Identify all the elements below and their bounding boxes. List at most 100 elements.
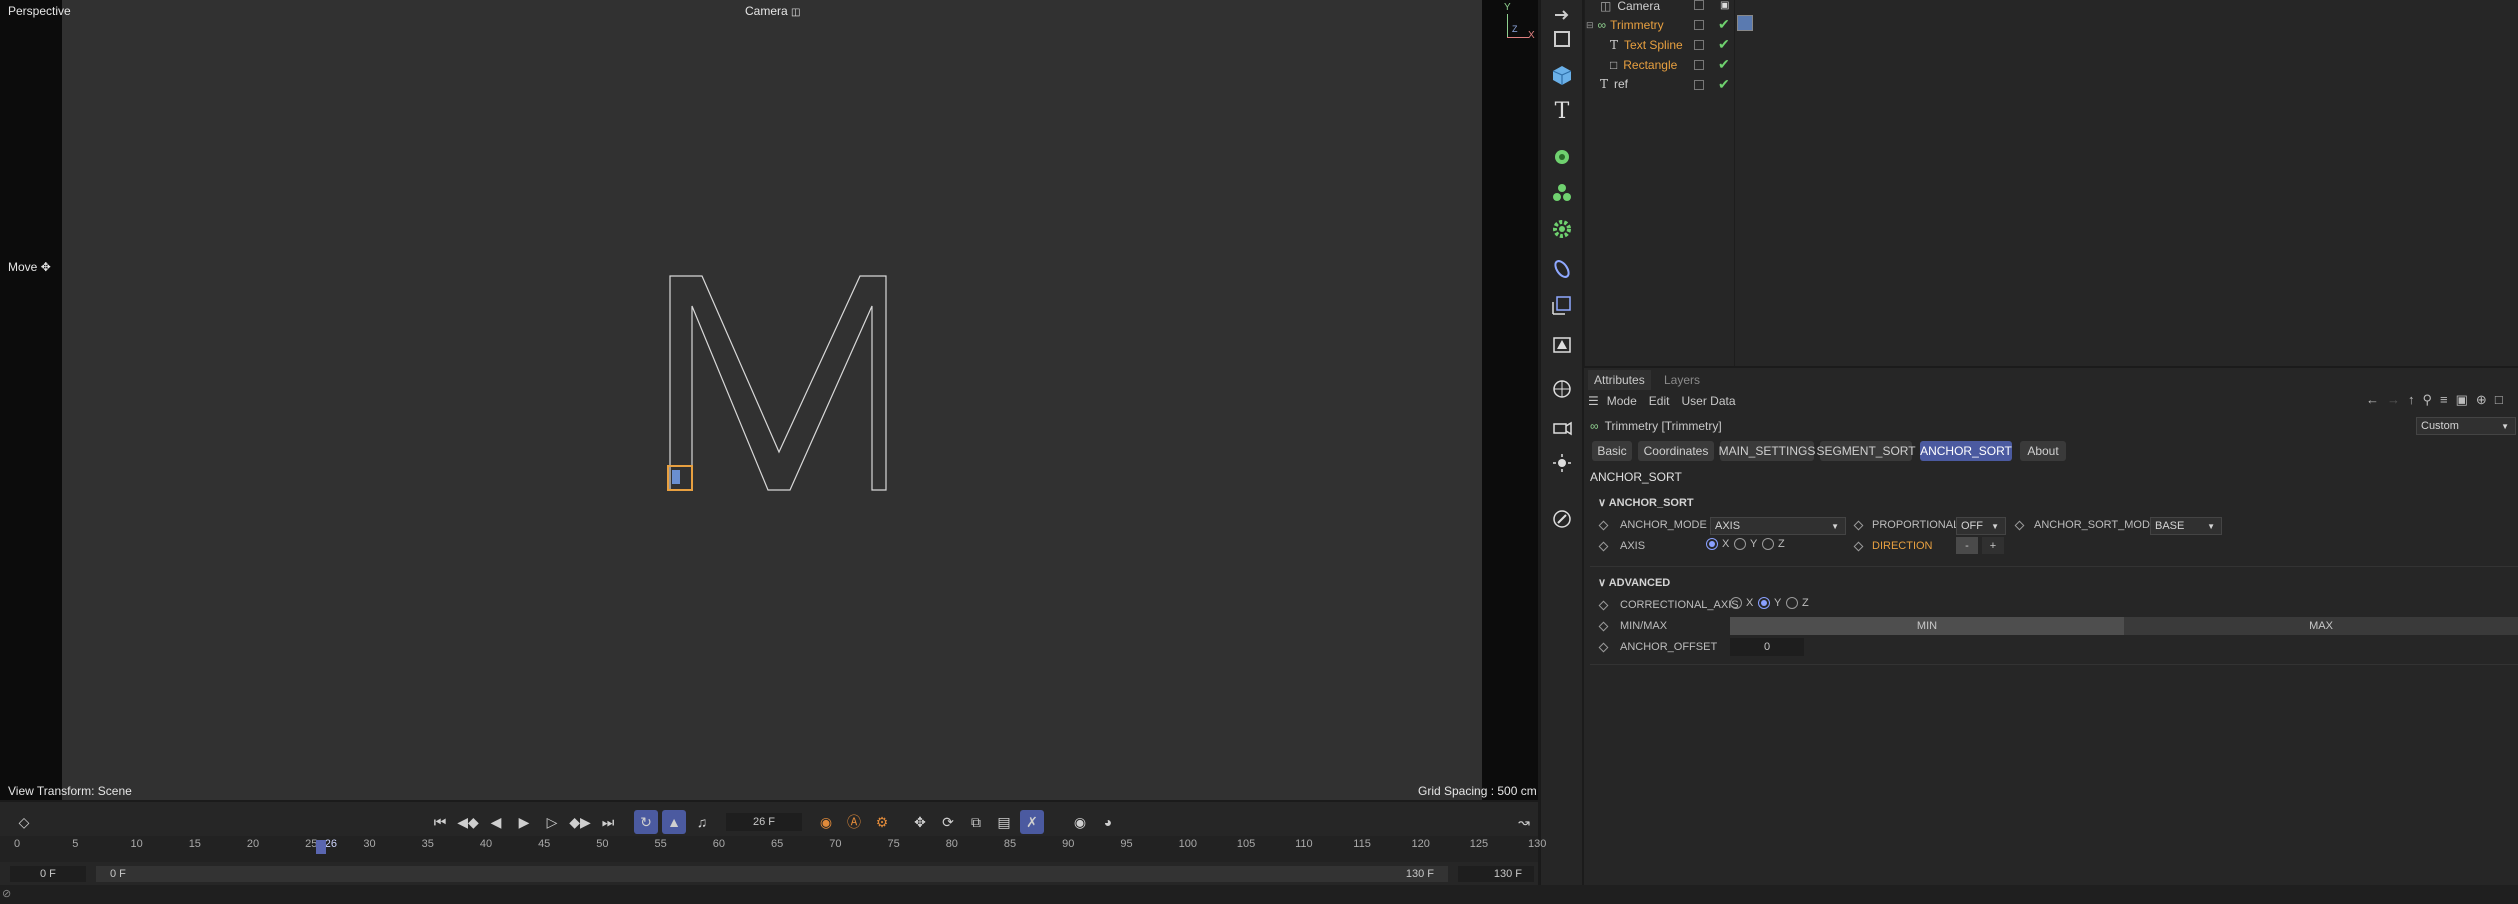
key-position-icon[interactable]: ✥ bbox=[908, 810, 932, 834]
viewport[interactable] bbox=[62, 0, 1482, 800]
current-frame-field[interactable]: 26 F bbox=[726, 813, 802, 831]
prev-key-icon[interactable]: ◀◆ bbox=[456, 810, 480, 834]
layer-toggle[interactable] bbox=[1694, 40, 1704, 50]
cube-icon[interactable] bbox=[1547, 60, 1577, 90]
layer-toggle[interactable] bbox=[1694, 0, 1704, 10]
motion-record-icon[interactable]: ◕ bbox=[1096, 810, 1120, 834]
om-row-ref[interactable]: T ref bbox=[1600, 74, 1628, 94]
new-window-icon[interactable]: □ bbox=[2495, 392, 2511, 407]
next-frame-icon[interactable]: ▷ bbox=[540, 810, 564, 834]
menu-edit[interactable]: Edit bbox=[1649, 394, 1670, 408]
target-icon[interactable]: ▣ bbox=[1720, 0, 1729, 11]
cloner-icon[interactable] bbox=[1547, 178, 1577, 208]
anchor-offset-field[interactable]: 0 bbox=[1730, 638, 1804, 656]
preset-dropdown[interactable]: Custom ▼ bbox=[2416, 417, 2516, 435]
menu-user-data[interactable]: User Data bbox=[1681, 394, 1735, 408]
end-frame-field[interactable]: 130 F bbox=[1458, 866, 1534, 882]
camera-tool-icon[interactable] bbox=[1547, 412, 1577, 442]
up-arrow-icon[interactable]: ↑ bbox=[2408, 392, 2423, 407]
playhead[interactable] bbox=[316, 840, 326, 854]
prev-frame-icon[interactable]: ◀ bbox=[484, 810, 508, 834]
tab-attributes[interactable]: Attributes bbox=[1588, 370, 1651, 390]
text-tool-icon[interactable]: T bbox=[1547, 96, 1577, 126]
tab-segment-sort[interactable]: SEGMENT_SORT bbox=[1816, 441, 1916, 461]
corr-axis-radio-y[interactable] bbox=[1758, 597, 1770, 609]
max-button[interactable]: MAX bbox=[2124, 617, 2518, 635]
tab-main-settings[interactable]: MAIN_SETTINGS bbox=[1719, 441, 1815, 461]
check-icon[interactable]: ✔ bbox=[1718, 76, 1730, 93]
add-icon[interactable]: ⊕ bbox=[2476, 392, 2495, 407]
fcurve-icon[interactable]: ↝ bbox=[1512, 810, 1536, 834]
go-to-start-icon[interactable]: ⏮ bbox=[428, 810, 452, 834]
group-advanced[interactable]: ∨ ADVANCED bbox=[1598, 576, 1670, 589]
sound-icon[interactable]: ♫ bbox=[690, 810, 714, 834]
layer-toggle[interactable] bbox=[1694, 80, 1704, 90]
anchor-mode-dropdown[interactable]: AXIS ▼ bbox=[1710, 517, 1846, 535]
key-scale-icon[interactable]: ⧉ bbox=[964, 810, 988, 834]
expand-icon[interactable]: ⊟ bbox=[1586, 20, 1594, 31]
tab-about[interactable]: About bbox=[2020, 441, 2066, 461]
go-to-end-icon[interactable]: ⏭ bbox=[596, 810, 620, 834]
square-select-icon[interactable] bbox=[1547, 24, 1577, 54]
lock-icon[interactable]: ▣ bbox=[2456, 392, 2476, 407]
tab-basic[interactable]: Basic bbox=[1592, 441, 1632, 461]
key-param-icon[interactable]: ▤ bbox=[992, 810, 1016, 834]
menu-mode[interactable]: Mode bbox=[1607, 394, 1637, 408]
om-row-text-spline[interactable]: T Text Spline bbox=[1610, 35, 1683, 55]
tag-thumbnail-icon[interactable] bbox=[1737, 15, 1753, 31]
filter-icon[interactable]: ≡ bbox=[2440, 392, 2456, 407]
motion-system-icon[interactable]: ◉ bbox=[1068, 810, 1092, 834]
next-key-icon[interactable]: ◆▶ bbox=[568, 810, 592, 834]
om-row-rectangle[interactable]: □ Rectangle bbox=[1610, 55, 1677, 75]
check-icon[interactable]: ✔ bbox=[1718, 56, 1730, 73]
group-anchor-sort[interactable]: ∨ ANCHOR_SORT bbox=[1598, 496, 1694, 509]
play-icon[interactable]: ▶ bbox=[512, 810, 536, 834]
fps-icon[interactable]: ▲ bbox=[662, 810, 686, 834]
forward-arrow-icon[interactable]: → bbox=[2387, 392, 2408, 407]
layer-toggle[interactable] bbox=[1694, 60, 1704, 70]
key-settings-icon[interactable]: ⚙ bbox=[870, 810, 894, 834]
render-icon[interactable] bbox=[1547, 504, 1577, 534]
axis-gizmo-x: X bbox=[1528, 30, 1535, 41]
key-rotation-icon[interactable]: ⟳ bbox=[936, 810, 960, 834]
key-pla-icon[interactable]: ✗ bbox=[1020, 810, 1044, 834]
tab-coordinates[interactable]: Coordinates bbox=[1638, 441, 1714, 461]
tab-layers[interactable]: Layers bbox=[1664, 370, 1700, 390]
axis-radio-z[interactable] bbox=[1762, 538, 1774, 550]
range-slider[interactable]: 0 F 130 F bbox=[96, 866, 1448, 882]
corr-axis-radio-z[interactable] bbox=[1786, 597, 1798, 609]
search-icon[interactable]: ⚲ bbox=[2423, 392, 2441, 407]
axis-radio-y[interactable] bbox=[1734, 538, 1746, 550]
start-frame-field[interactable]: 0 F bbox=[10, 866, 86, 882]
camera-label[interactable]: Camera ◫ bbox=[745, 4, 800, 18]
back-arrow-icon[interactable]: ← bbox=[2366, 392, 2387, 407]
light-icon[interactable] bbox=[1547, 448, 1577, 478]
anchor-sort-mode-dropdown[interactable]: BASE ▼ bbox=[2150, 517, 2222, 535]
hamburger-icon[interactable]: ☰ bbox=[1588, 394, 1599, 408]
gear-icon[interactable] bbox=[1547, 214, 1577, 244]
timeline-tick: 26 bbox=[324, 838, 338, 850]
scene-icon[interactable] bbox=[1547, 330, 1577, 360]
record-icon[interactable]: ◉ bbox=[814, 810, 838, 834]
layer-toggle[interactable] bbox=[1694, 20, 1704, 30]
loop-icon[interactable]: ↻ bbox=[634, 810, 658, 834]
globe-icon[interactable] bbox=[1547, 374, 1577, 404]
om-row-trimmetry[interactable]: ⊟ ∞ Trimmetry bbox=[1586, 15, 1664, 35]
view-name[interactable]: Perspective bbox=[8, 4, 71, 18]
check-icon[interactable]: ✔ bbox=[1718, 36, 1730, 53]
keyframe-mode-icon[interactable]: ◇ bbox=[12, 810, 36, 834]
om-row-camera[interactable]: ◫ Camera bbox=[1600, 0, 1660, 16]
direction-minus-button[interactable]: - bbox=[1956, 537, 1978, 554]
min-button[interactable]: MIN bbox=[1730, 617, 2124, 635]
field-icon[interactable] bbox=[1547, 290, 1577, 320]
check-icon[interactable]: ✔ bbox=[1718, 16, 1730, 33]
generator-icon[interactable] bbox=[1547, 142, 1577, 172]
autokey-icon[interactable]: Ⓐ bbox=[842, 810, 866, 834]
anchor-mode-label: ANCHOR_MODE bbox=[1620, 519, 1707, 531]
corr-axis-radio-x[interactable] bbox=[1730, 597, 1742, 609]
direction-plus-button[interactable]: + bbox=[1982, 537, 2004, 554]
tab-anchor-sort[interactable]: ANCHOR_SORT bbox=[1920, 441, 2012, 461]
proportional-dropdown[interactable]: OFF ▼ bbox=[1956, 517, 2006, 535]
deformer-icon[interactable] bbox=[1547, 254, 1577, 284]
axis-radio-x[interactable] bbox=[1706, 538, 1718, 550]
